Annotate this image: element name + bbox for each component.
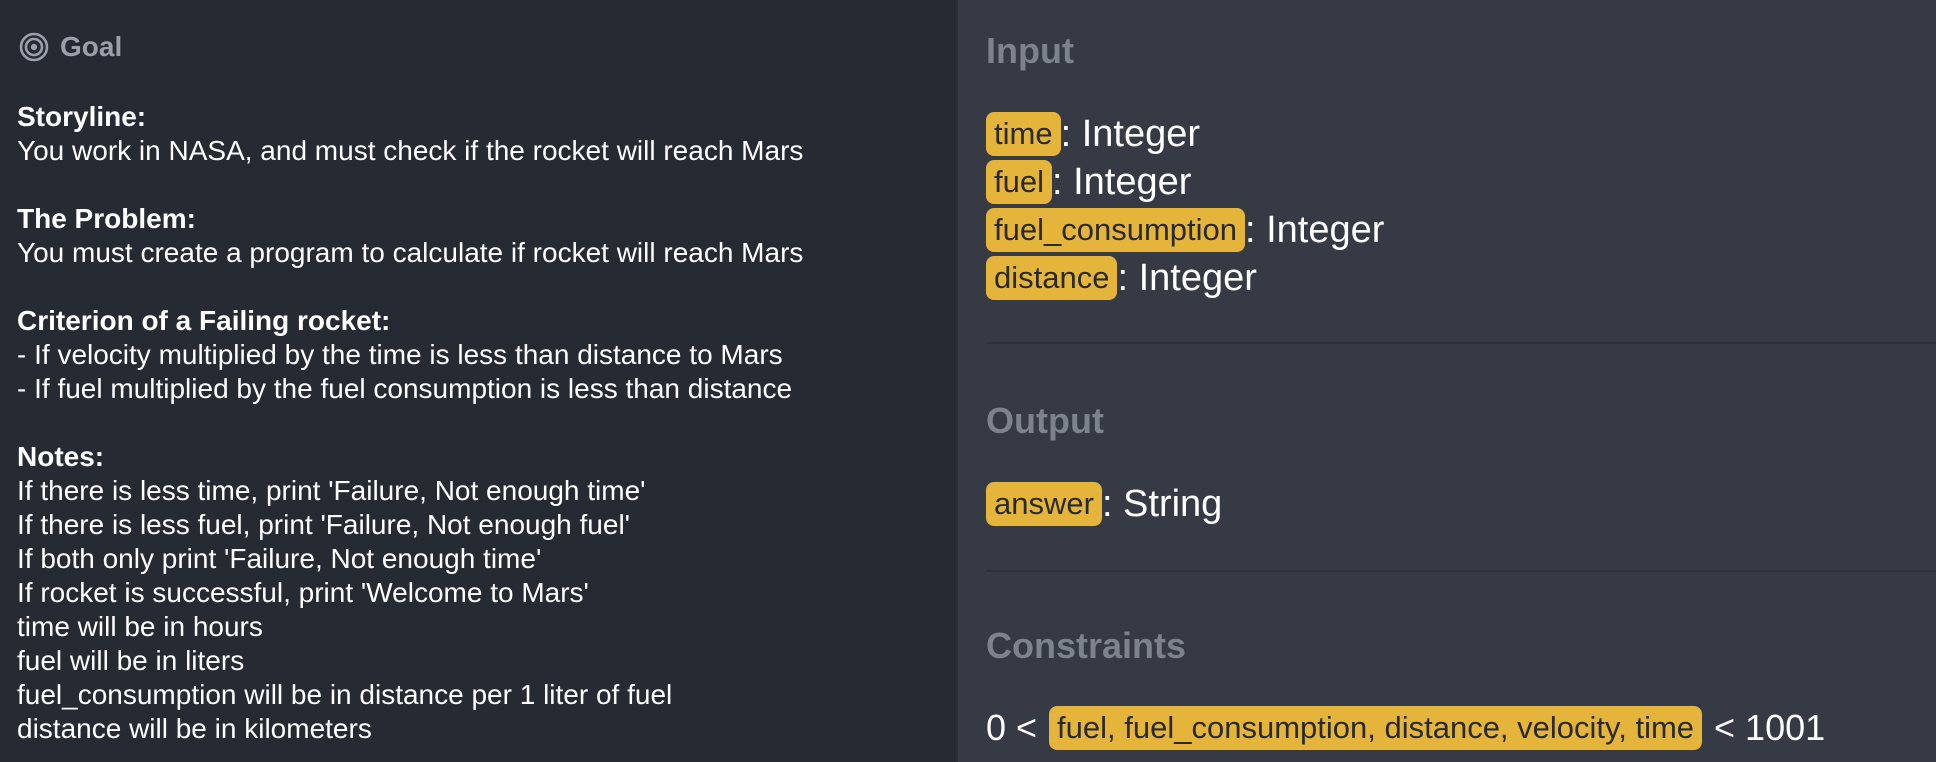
input-param: fuel : Integer <box>986 158 1384 206</box>
notes-line: fuel will be in liters <box>17 645 245 676</box>
param-tag: distance <box>986 256 1118 300</box>
io-panel: Input time : Integer fuel : Integer fuel… <box>956 0 1936 762</box>
problem-view: Goal Storyline: You work in NASA, and mu… <box>0 0 1936 762</box>
constraint-vars-tag: fuel, fuel_consumption, distance, veloci… <box>1049 706 1703 750</box>
notes-line: fuel_consumption will be in distance per… <box>17 679 673 710</box>
criterion-heading: Criterion of a Failing rocket: <box>17 305 391 336</box>
notes-line: distance will be in kilometers <box>17 713 372 744</box>
constraint-prefix: 0 < <box>986 707 1038 748</box>
input-param: time : Integer <box>986 110 1384 158</box>
constraint-row: 0 < fuel, fuel_consumption, distance, ve… <box>986 706 1825 750</box>
notes-section: Notes: If there is less time, print 'Fai… <box>17 440 937 746</box>
param-tag: fuel <box>986 160 1052 204</box>
notes-line: If both only print 'Failure, Not enough … <box>17 543 542 574</box>
section-divider <box>986 570 1936 572</box>
criterion-line: - If velocity multiplied by the time is … <box>17 339 783 370</box>
input-title: Input <box>986 30 1074 71</box>
param-type: : Integer <box>1060 113 1200 155</box>
target-icon <box>18 31 50 63</box>
notes-line: time will be in hours <box>17 611 263 642</box>
constraints-title: Constraints <box>986 625 1187 666</box>
input-params: time : Integer fuel : Integer fuel_consu… <box>986 110 1384 302</box>
goal-panel: Goal Storyline: You work in NASA, and mu… <box>0 0 956 762</box>
notes-heading: Notes: <box>17 441 105 472</box>
storyline-heading: Storyline: <box>17 101 147 132</box>
constraint-suffix: < 1001 <box>1714 707 1826 748</box>
notes-line: If there is less time, print 'Failure, N… <box>17 475 646 506</box>
param-tag: answer <box>986 482 1102 526</box>
notes-line: If rocket is successful, print 'Welcome … <box>17 577 589 608</box>
panel-divider <box>956 0 958 762</box>
output-title: Output <box>986 400 1104 441</box>
output-param: answer : String <box>986 480 1222 528</box>
problem-section: The Problem: You must create a program t… <box>17 202 937 270</box>
storyline-section: Storyline: You work in NASA, and must ch… <box>17 100 937 168</box>
input-param: distance : Integer <box>986 254 1384 302</box>
problem-text: You must create a program to calculate i… <box>17 237 804 268</box>
param-type: : Integer <box>1245 209 1385 251</box>
criterion-line: - If fuel multiplied by the fuel consump… <box>17 373 793 404</box>
input-param: fuel_consumption : Integer <box>986 206 1384 254</box>
param-type: : Integer <box>1117 257 1257 299</box>
goal-header: Goal <box>18 28 122 66</box>
goal-body: Storyline: You work in NASA, and must ch… <box>17 100 937 746</box>
output-params: answer : String <box>986 480 1222 528</box>
section-divider <box>986 342 1936 344</box>
goal-title: Goal <box>60 31 123 62</box>
param-type: : String <box>1101 483 1223 525</box>
param-tag: fuel_consumption <box>986 208 1245 252</box>
criterion-section: Criterion of a Failing rocket: - If velo… <box>17 304 937 406</box>
problem-heading: The Problem: <box>17 203 196 234</box>
notes-line: If there is less fuel, print 'Failure, N… <box>17 509 631 540</box>
param-type: : Integer <box>1051 161 1192 203</box>
storyline-text: You work in NASA, and must check if the … <box>17 135 804 166</box>
param-tag: time <box>986 112 1061 156</box>
